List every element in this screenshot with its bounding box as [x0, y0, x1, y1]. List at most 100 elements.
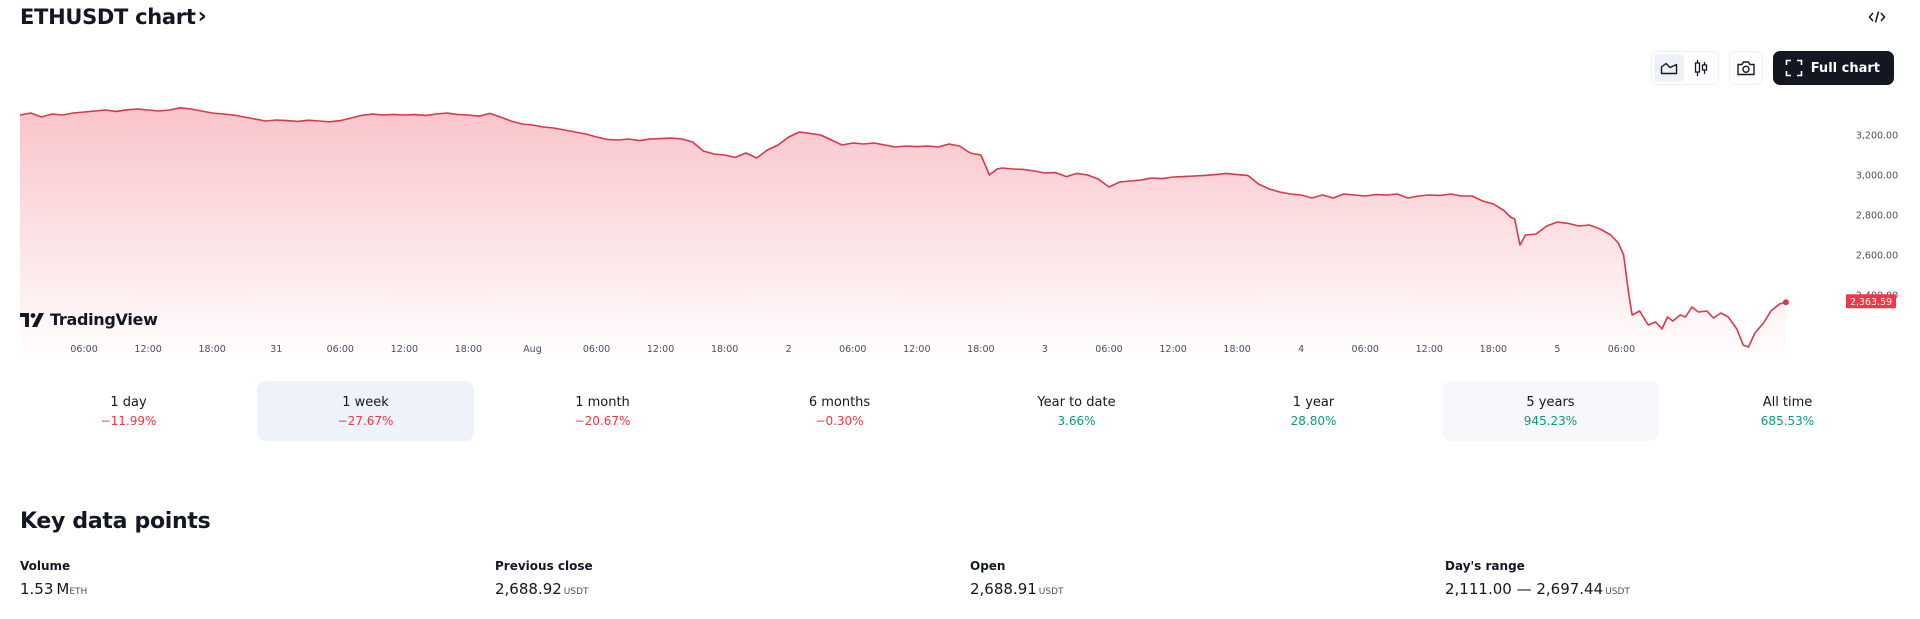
period-label: All time — [1762, 394, 1813, 410]
snapshot-button[interactable] — [1728, 51, 1763, 85]
key-data-unit: ETH — [69, 587, 88, 597]
key-data-value: 2,111.00 — 2,697.44 — [1445, 580, 1604, 598]
y-tick-label: 3,000.00 — [1856, 171, 1898, 182]
x-tick-label: 4 — [1298, 344, 1304, 355]
last-price-dot — [1782, 299, 1789, 306]
key-data-value-row: 2,111.00 — 2,697.44 USDT — [1445, 577, 1920, 604]
period-label: 1 day — [110, 394, 147, 410]
period-change: 28.80% — [1290, 413, 1337, 428]
x-tick-label: 18:00 — [455, 344, 482, 355]
period-change: 945.23% — [1523, 413, 1578, 428]
x-tick-label: 18:00 — [711, 344, 738, 355]
x-tick-label: 5 — [1554, 344, 1560, 355]
key-data-item: Open 2,688.91 USDT — [970, 557, 1445, 604]
key-data-item: Previous close 2,688.92 USDT — [495, 557, 970, 604]
embed-code-button[interactable] — [1864, 6, 1890, 28]
x-tick-label: 12:00 — [134, 344, 161, 355]
code-embed-icon — [1868, 11, 1886, 23]
key-data-value: 2,688.92 — [495, 580, 562, 598]
x-tick-label: 12:00 — [1416, 344, 1443, 355]
candlestick-icon — [1694, 60, 1707, 76]
key-data-item: Day's range 2,111.00 — 2,697.44 USDT — [1445, 557, 1920, 604]
x-tick-label: 18:00 — [1480, 344, 1507, 355]
key-data-unit: USDT — [1038, 587, 1064, 597]
key-data-grid: Volume 1.53 METH Previous close 2,688.92 USDT… — [20, 557, 1920, 604]
key-data-label: Previous close — [495, 559, 593, 573]
period-tab[interactable]: 1 week −27.67% — [257, 381, 474, 441]
key-data-value-row: 2,688.91 USDT — [970, 577, 1445, 604]
period-label: 5 years — [1526, 394, 1575, 410]
x-tick-label: 06:00 — [839, 344, 866, 355]
chart-title-link[interactable]: ETHUSDT chart › — [20, 4, 207, 29]
x-tick-label: 06:00 — [327, 344, 354, 355]
x-tick-label: 06:00 — [1095, 344, 1122, 355]
key-data-value: 2,688.91 — [970, 580, 1037, 598]
area-chart-icon — [1660, 62, 1677, 75]
period-label: 1 year — [1292, 394, 1335, 410]
period-tab[interactable]: 1 month −20.67% — [494, 381, 711, 441]
x-tick-label: 18:00 — [967, 344, 994, 355]
chevron-right-icon: › — [197, 4, 207, 29]
x-tick-label: 12:00 — [647, 344, 674, 355]
x-tick-label: 06:00 — [583, 344, 610, 355]
y-tick-label: 2,800.00 — [1856, 211, 1898, 222]
x-tick-label: 12:00 — [391, 344, 418, 355]
key-data-value-row: 2,688.92 USDT — [495, 577, 970, 604]
period-change: 3.66% — [1057, 413, 1096, 428]
x-tick-label: Aug — [523, 344, 542, 355]
camera-icon — [1737, 61, 1755, 76]
tradingview-logo[interactable]: TradingView — [20, 310, 158, 329]
x-tick-label: 06:00 — [1352, 344, 1379, 355]
full-chart-label: Full chart — [1810, 60, 1880, 76]
key-data-label: Volume — [20, 559, 71, 573]
candlestick-chart-button[interactable] — [1686, 54, 1716, 82]
x-tick-label: 31 — [270, 344, 282, 355]
chart-toolbar: Full chart — [1650, 51, 1894, 85]
fullscreen-icon — [1785, 59, 1803, 77]
period-label: Year to date — [1037, 394, 1116, 410]
period-tab[interactable]: 1 day −11.99% — [20, 381, 237, 441]
period-label: 1 month — [575, 394, 630, 410]
x-tick-label: 06:00 — [70, 344, 97, 355]
period-change: −20.67% — [574, 413, 631, 428]
x-tick-label: 12:00 — [903, 344, 930, 355]
last-price-label-text: 2,363.59 — [1850, 297, 1892, 308]
period-label: 6 months — [808, 394, 871, 410]
period-change: 685.53% — [1760, 413, 1815, 428]
key-data-title: Key data points — [20, 509, 211, 534]
x-tick-label: 18:00 — [1223, 344, 1250, 355]
price-chart[interactable]: 3,200.003,000.002,800.002,600.002,400.00… — [0, 95, 1920, 365]
period-change: −0.30% — [815, 413, 864, 428]
chart-title: ETHUSDT chart — [20, 4, 196, 29]
y-tick-label: 2,600.00 — [1856, 251, 1898, 262]
period-label: 1 week — [342, 394, 389, 410]
key-data-value-row: 1.53 METH — [20, 577, 495, 604]
key-data-value: 1.53 — [20, 580, 54, 598]
tradingview-logo-icon — [20, 312, 44, 327]
period-tabs: 1 day −11.99% 1 week −27.67% 1 month −20.67% 6… — [20, 381, 1896, 441]
chart-type-switch — [1650, 51, 1719, 85]
period-tab[interactable]: All time 685.53% — [1679, 381, 1896, 441]
key-data-item: Volume 1.53 METH — [20, 557, 495, 604]
period-change: −27.67% — [337, 413, 394, 428]
period-tab[interactable]: 1 year 28.80% — [1205, 381, 1422, 441]
y-axis: 3,200.003,000.002,800.002,600.002,400.00 — [1856, 131, 1898, 302]
period-tab[interactable]: 5 years 945.23% — [1442, 381, 1659, 441]
last-price-label: 2,363.59 — [1846, 294, 1896, 309]
y-tick-label: 3,200.00 — [1856, 131, 1898, 142]
period-tab[interactable]: Year to date 3.66% — [968, 381, 1185, 441]
key-data-label: Open — [970, 559, 1006, 573]
x-tick-label: 18:00 — [198, 344, 225, 355]
x-tick-label: 12:00 — [1159, 344, 1186, 355]
period-tab[interactable]: 6 months −0.30% — [731, 381, 948, 441]
x-tick-label: 2 — [786, 344, 792, 355]
x-tick-label: 3 — [1042, 344, 1048, 355]
full-chart-button[interactable]: Full chart — [1772, 51, 1894, 85]
key-data-unit: USDT — [563, 587, 589, 597]
key-data-label: Day's range — [1445, 559, 1525, 573]
key-data-unit: USDT — [1605, 587, 1630, 597]
x-tick-label: 06:00 — [1608, 344, 1635, 355]
area-chart-button[interactable] — [1653, 54, 1684, 82]
tradingview-logo-text: TradingView — [50, 310, 158, 329]
period-change: −11.99% — [100, 413, 157, 428]
